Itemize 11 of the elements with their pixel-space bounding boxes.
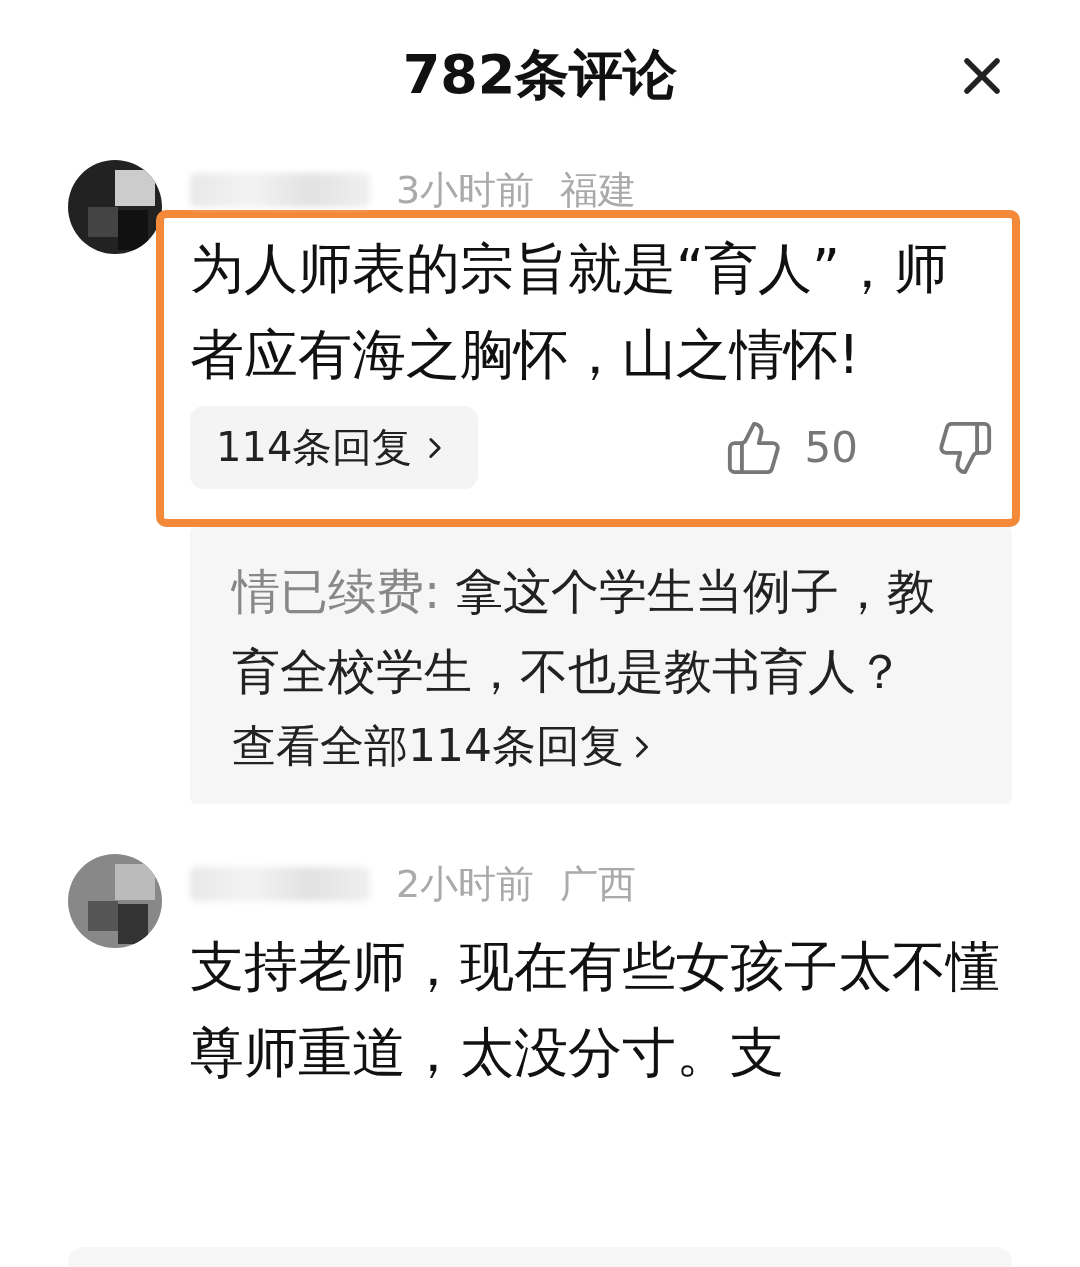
comment-text: 为人师表的宗旨就是“育人”，师者应有海之胸怀，山之情怀! bbox=[190, 236, 949, 388]
comments-title: 782条评论 bbox=[402, 41, 678, 108]
replies-button[interactable]: 114条回复 bbox=[190, 406, 479, 489]
comment-text: 支持老师，现在有些女孩子太不懂尊师重道，太没分寸。支 bbox=[190, 934, 1001, 1086]
view-all-replies-link[interactable]: 查看全部114条回复 bbox=[232, 717, 972, 776]
like-count: 50 bbox=[804, 423, 858, 472]
comment-time: 2小时前 bbox=[396, 860, 535, 908]
comment-region: 广西 bbox=[560, 860, 637, 908]
comment-time: 3小时前 bbox=[396, 166, 535, 214]
comment-region: 福建 bbox=[560, 166, 637, 214]
reply-text: 情已续费: 拿这个学生当例子，教育全校学生，不也是教书育人？ bbox=[232, 562, 937, 701]
